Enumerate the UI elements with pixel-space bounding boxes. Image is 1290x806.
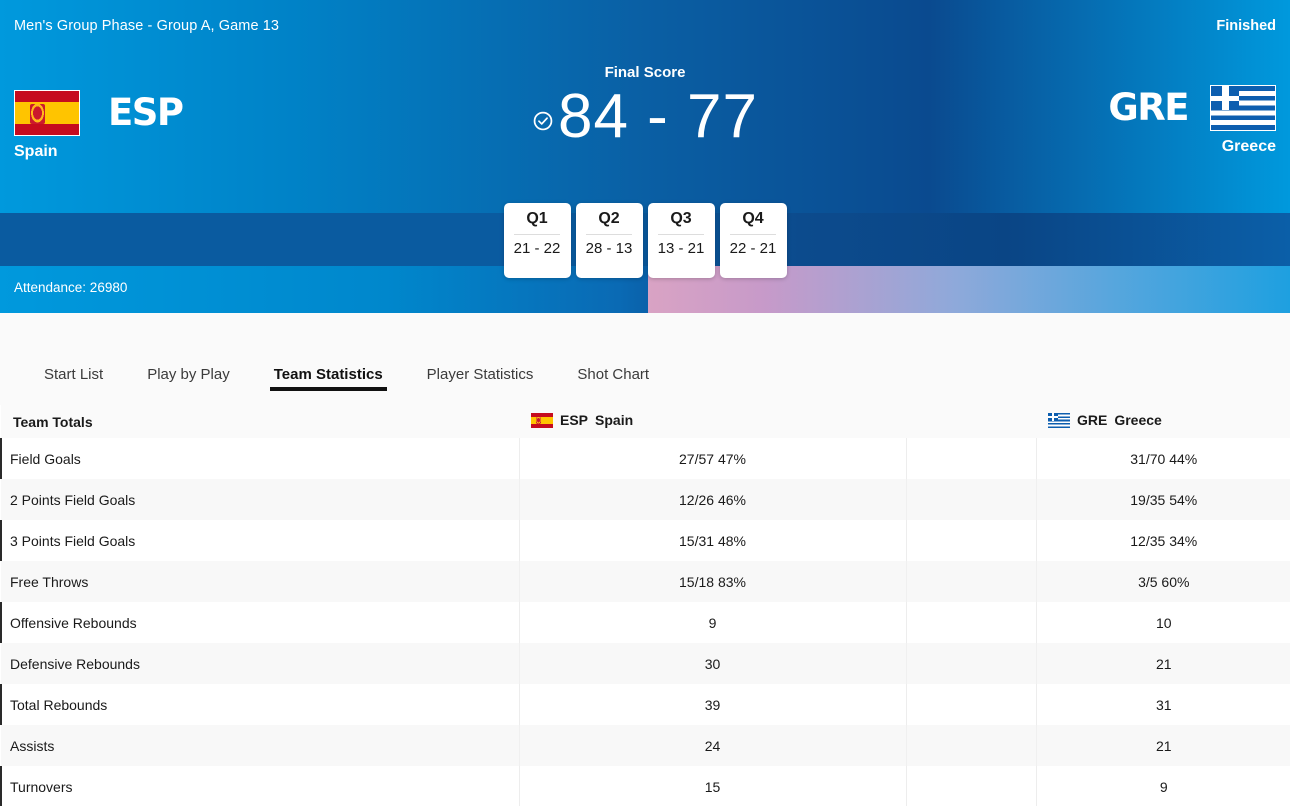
tab-shot-chart[interactable]: Shot Chart <box>555 366 671 405</box>
status-badge: Finished <box>1216 18 1276 34</box>
stat-value-away: 9 <box>1035 766 1290 806</box>
stat-label: Field Goals <box>0 438 519 479</box>
table-row: Assists 24 21 <box>1 725 1290 766</box>
stat-value-home: 24 <box>518 725 906 766</box>
stat-value-away: 12/35 34% <box>1035 520 1290 561</box>
table-row: Turnovers 15 9 <box>0 766 1290 806</box>
stat-spacer <box>905 602 1036 643</box>
check-circle-icon <box>533 111 553 131</box>
table-body: Field Goals 27/57 47% 31/70 44% 2 Points… <box>0 438 1290 806</box>
quarter-label: Q2 <box>598 210 620 227</box>
team-statistics-table: Team Totals ESP Spain GRE Greece Field G… <box>0 405 1290 806</box>
stat-value-home: 39 <box>518 684 906 725</box>
stat-value-away: 19/35 54% <box>1035 479 1290 520</box>
stat-value-away: 21 <box>1035 643 1290 684</box>
stat-value-home: 15 <box>518 766 906 806</box>
stat-value-home: 27/57 47% <box>518 438 906 479</box>
column-header-home: ESP Spain <box>519 405 906 438</box>
stat-value-home: 15/31 48% <box>518 520 906 561</box>
stat-label: Offensive Rebounds <box>0 602 519 643</box>
away-name-label: Greece <box>1114 412 1162 429</box>
spain-flag-icon <box>531 412 553 428</box>
table-row: Free Throws 15/18 83% 3/5 60% <box>1 561 1290 602</box>
quarter-card[interactable]: Q3 13 - 21 <box>647 203 715 278</box>
section-tabs: Start List Play by Play Team Statistics … <box>0 313 1290 405</box>
quarter-label: Q4 <box>742 210 764 227</box>
table-row: Field Goals 27/57 47% 31/70 44% <box>0 438 1290 479</box>
final-score-value: 84 - 77 <box>557 82 759 151</box>
tab-player-statistics[interactable]: Player Statistics <box>405 366 556 405</box>
column-header-away: GRE Greece <box>1036 405 1290 438</box>
attendance-text: Attendance: 26980 <box>14 280 128 295</box>
stat-value-home: 15/18 83% <box>518 561 906 602</box>
home-abbr-label: ESP <box>560 412 589 429</box>
game-phase-title: Men's Group Phase - Group A, Game 13 <box>14 18 280 34</box>
stat-value-away: 3/5 60% <box>1035 561 1290 602</box>
home-name-label: Spain <box>595 412 634 429</box>
quarter-score: 22 - 21 <box>729 240 777 257</box>
table-row: Offensive Rebounds 9 10 <box>0 602 1290 643</box>
table-row: Defensive Rebounds 30 21 <box>1 643 1290 684</box>
quarter-card[interactable]: Q2 28 - 13 <box>575 203 643 278</box>
scoreboard-header: Men's Group Phase - Group A, Game 13 Fin… <box>0 0 1290 313</box>
stat-spacer <box>905 643 1036 684</box>
stat-label: Assists <box>1 725 519 766</box>
quarter-label: Q3 <box>670 210 692 227</box>
final-score-block: Final Score 84 - 77 <box>0 64 1290 151</box>
quarter-divider <box>514 234 560 235</box>
tab-play-by-play[interactable]: Play by Play <box>125 366 252 405</box>
stat-value-home: 12/26 46% <box>518 479 906 520</box>
stat-value-away: 31/70 44% <box>1035 438 1290 479</box>
greece-flag-icon <box>1048 412 1070 428</box>
column-header-team-totals: Team Totals <box>1 405 519 438</box>
quarter-card[interactable]: Q1 21 - 22 <box>503 203 571 278</box>
quarter-scores: Q1 21 - 22 Q2 28 - 13 Q3 13 - 21 Q4 22 -… <box>0 203 1290 278</box>
final-score-label: Final Score <box>604 64 686 81</box>
table-row: 3 Points Field Goals 15/31 48% 12/35 34% <box>0 520 1290 561</box>
stat-spacer <box>905 479 1036 520</box>
stat-spacer <box>905 725 1036 766</box>
stat-spacer <box>905 684 1036 725</box>
tab-start-list[interactable]: Start List <box>22 366 125 405</box>
stat-label: Turnovers <box>0 766 519 806</box>
stat-spacer <box>905 561 1036 602</box>
quarter-label: Q1 <box>526 210 548 227</box>
away-abbr-label: GRE <box>1077 412 1108 429</box>
stat-value-home: 30 <box>518 643 906 684</box>
stat-value-away: 21 <box>1035 725 1290 766</box>
stat-label: 2 Points Field Goals <box>1 479 519 520</box>
quarter-divider <box>658 234 704 235</box>
table-row: 2 Points Field Goals 12/26 46% 19/35 54% <box>1 479 1290 520</box>
stat-spacer <box>905 438 1036 479</box>
quarter-score: 13 - 21 <box>657 240 705 257</box>
quarter-divider <box>730 234 776 235</box>
column-header-gap <box>906 405 1036 438</box>
stat-label: Free Throws <box>1 561 519 602</box>
tab-team-statistics[interactable]: Team Statistics <box>252 366 405 405</box>
quarter-score: 28 - 13 <box>585 240 633 257</box>
stat-value-away: 10 <box>1035 602 1290 643</box>
stat-label: Defensive Rebounds <box>1 643 519 684</box>
stat-value-away: 31 <box>1035 684 1290 725</box>
quarter-score: 21 - 22 <box>513 240 561 257</box>
quarter-divider <box>586 234 632 235</box>
stat-value-home: 9 <box>518 602 906 643</box>
table-header-row: Team Totals ESP Spain GRE Greece <box>1 405 1290 438</box>
stat-spacer <box>905 766 1036 806</box>
quarter-card[interactable]: Q4 22 - 21 <box>719 203 787 278</box>
stat-label: 3 Points Field Goals <box>0 520 519 561</box>
stat-spacer <box>905 520 1036 561</box>
table-row: Total Rebounds 39 31 <box>0 684 1290 725</box>
stat-label: Total Rebounds <box>0 684 519 725</box>
